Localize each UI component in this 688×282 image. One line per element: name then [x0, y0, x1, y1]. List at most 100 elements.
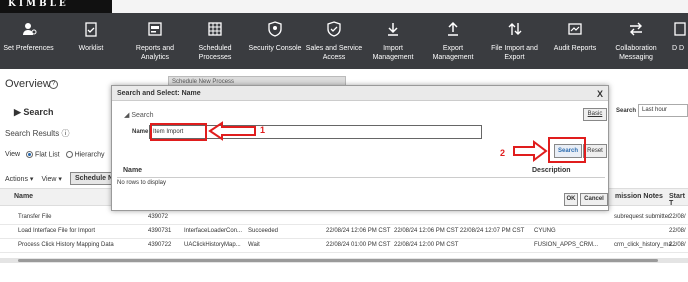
row-user: FUSION_APPS_CRM...	[534, 242, 599, 248]
nav-worklist[interactable]: Worklist	[57, 13, 125, 69]
nav-label: Security Console	[248, 45, 302, 52]
row-id: 4390731	[148, 228, 172, 234]
row-user: CYUNG	[534, 228, 556, 234]
basic-button[interactable]: Basic	[583, 108, 607, 121]
nav-security-console[interactable]: Security Console	[245, 13, 305, 69]
hierarchy-radio[interactable]: Hierarchy	[65, 151, 105, 158]
help-icon[interactable]: ?	[49, 80, 58, 89]
column-header-description[interactable]: Description	[532, 167, 571, 174]
page-title: Overview	[5, 78, 51, 90]
nav-label: Export Management	[432, 45, 474, 61]
row-status: Succeeded	[248, 228, 279, 234]
search-label: Search	[23, 107, 54, 117]
view-menu[interactable]: View ▾	[41, 175, 62, 183]
table-row[interactable]: Transfer File 439072 subrequest submitte…	[0, 211, 688, 225]
dialog-header: Search and Select: Name X	[112, 86, 608, 101]
view-mode-row: View Flat List Hierarchy	[5, 151, 105, 158]
empty-table-message: No rows to display	[117, 180, 167, 186]
row-start: 22/08/	[669, 242, 686, 248]
nav-label: File Import and Export	[491, 45, 538, 61]
time-filter-label: Search	[616, 108, 637, 114]
calendar-grid-icon	[208, 22, 222, 36]
nav-export-management[interactable]: Export Management	[423, 13, 483, 69]
nav-label: Audit Reports	[553, 45, 597, 52]
nav-label: Sales and Service Access	[305, 45, 363, 61]
search-section-header[interactable]: ◢ Search	[124, 111, 154, 119]
column-header-submission-notes[interactable]: mission Notes	[615, 193, 663, 200]
table-row[interactable]: Process Click History Mapping Data 43907…	[0, 239, 688, 253]
search-section-label: Search	[131, 112, 154, 119]
row-name: Transfer File	[18, 214, 52, 220]
row-id: 4390722	[148, 242, 172, 248]
swap-arrows-icon	[630, 22, 642, 36]
nav-audit-reports[interactable]: Audit Reports	[546, 13, 604, 69]
audit-icon	[568, 23, 582, 35]
table-row[interactable]: Load Interface File for Import 4390731 I…	[0, 225, 688, 239]
row-id: 439072	[148, 214, 169, 220]
nav-reports-analytics[interactable]: Reports and Analytics	[125, 13, 185, 69]
toolbar: Actions ▾ View ▾ Schedule Ne	[5, 172, 122, 185]
flat-list-radio[interactable]: Flat List	[26, 151, 60, 158]
row-start: 22/08/	[669, 214, 686, 220]
column-header-start-time[interactable]: Start T	[669, 193, 688, 207]
nav-label: Import Management	[372, 45, 414, 61]
nav-collaboration-messaging[interactable]: Collaboration Messaging	[604, 13, 668, 69]
nav-label: Set Preferences	[3, 45, 54, 52]
column-header-name[interactable]: Name	[123, 167, 142, 174]
nav-file-import-export[interactable]: File Import and Export	[483, 13, 546, 69]
column-header-name[interactable]: Name	[14, 193, 33, 200]
nav-label: Worklist	[78, 45, 104, 52]
annotation-box-search-button	[548, 137, 586, 163]
collapse-triangle-icon: ◢	[124, 112, 130, 119]
brand-logo: KIMBLE	[0, 0, 112, 13]
cancel-button[interactable]: Cancel	[580, 193, 608, 206]
name-label: Name	[132, 129, 149, 135]
row-status: Wait	[248, 242, 260, 248]
row-submitted: 22/08/24 01:00 PM CST	[326, 242, 391, 248]
close-icon[interactable]: X	[597, 89, 603, 99]
ok-button[interactable]: OK	[564, 193, 578, 206]
up-down-arrows-icon	[508, 23, 521, 35]
flat-list-label: Flat List	[35, 151, 60, 159]
annotation-arrow-left-icon	[208, 121, 256, 141]
row-name: Process Click History Mapping Data	[18, 242, 114, 248]
row-notes: subrequest submitter	[614, 214, 671, 220]
report-icon	[148, 22, 162, 36]
search-results-heading: Search Results ⓘ	[5, 128, 69, 139]
navigation-strip: Set Preferences Worklist Reports and Ana…	[0, 13, 688, 69]
nav-label: Collaboration Messaging	[615, 45, 657, 61]
actions-label: Actions	[5, 175, 28, 183]
user-settings-icon	[22, 23, 36, 35]
row-process: InterfaceLoaderCon...	[184, 228, 243, 234]
nav-sales-service-access[interactable]: Sales and Service Access	[305, 13, 363, 69]
search-results-label: Search Results	[5, 129, 60, 138]
row-start: 22/08/	[669, 228, 686, 234]
search-section-toggle[interactable]: ▶ Search	[14, 107, 53, 118]
dialog-title: Search and Select: Name	[117, 90, 201, 97]
scrollbar-thumb[interactable]	[18, 259, 658, 262]
row-submitted: 22/08/24 12:06 PM CST	[326, 228, 391, 234]
nav-import-management[interactable]: Import Management	[363, 13, 423, 69]
reset-button[interactable]: Reset	[583, 144, 607, 158]
nav-label: D D	[672, 45, 685, 52]
nav-truncated-item[interactable]: D D	[668, 13, 688, 69]
annotation-box-name-input	[150, 123, 207, 141]
clipboard-check-icon	[85, 22, 97, 37]
nav-set-preferences[interactable]: Set Preferences	[0, 13, 57, 69]
actions-menu[interactable]: Actions ▾	[5, 175, 33, 183]
nav-scheduled-processes[interactable]: Scheduled Processes	[185, 13, 245, 69]
row-notes: crm_click_history_ma...	[614, 242, 677, 248]
shield-icon	[268, 21, 282, 37]
download-icon	[388, 23, 398, 36]
shield-check-icon	[327, 21, 341, 37]
upload-icon	[448, 21, 458, 36]
view-label: View	[5, 151, 21, 159]
view-menu-label: View	[41, 175, 57, 183]
row-completed: 22/08/24 12:06 PM CST 22/08/24 12:07 PM …	[394, 228, 525, 234]
annotation-arrow-right-icon	[513, 140, 548, 162]
document-icon	[674, 22, 686, 36]
nav-label: Reports and Analytics	[135, 45, 175, 61]
time-filter-select[interactable]: Last hour	[638, 104, 688, 117]
row-name: Load Interface File for Import	[18, 228, 96, 234]
help-icon[interactable]: ⓘ	[61, 129, 69, 138]
